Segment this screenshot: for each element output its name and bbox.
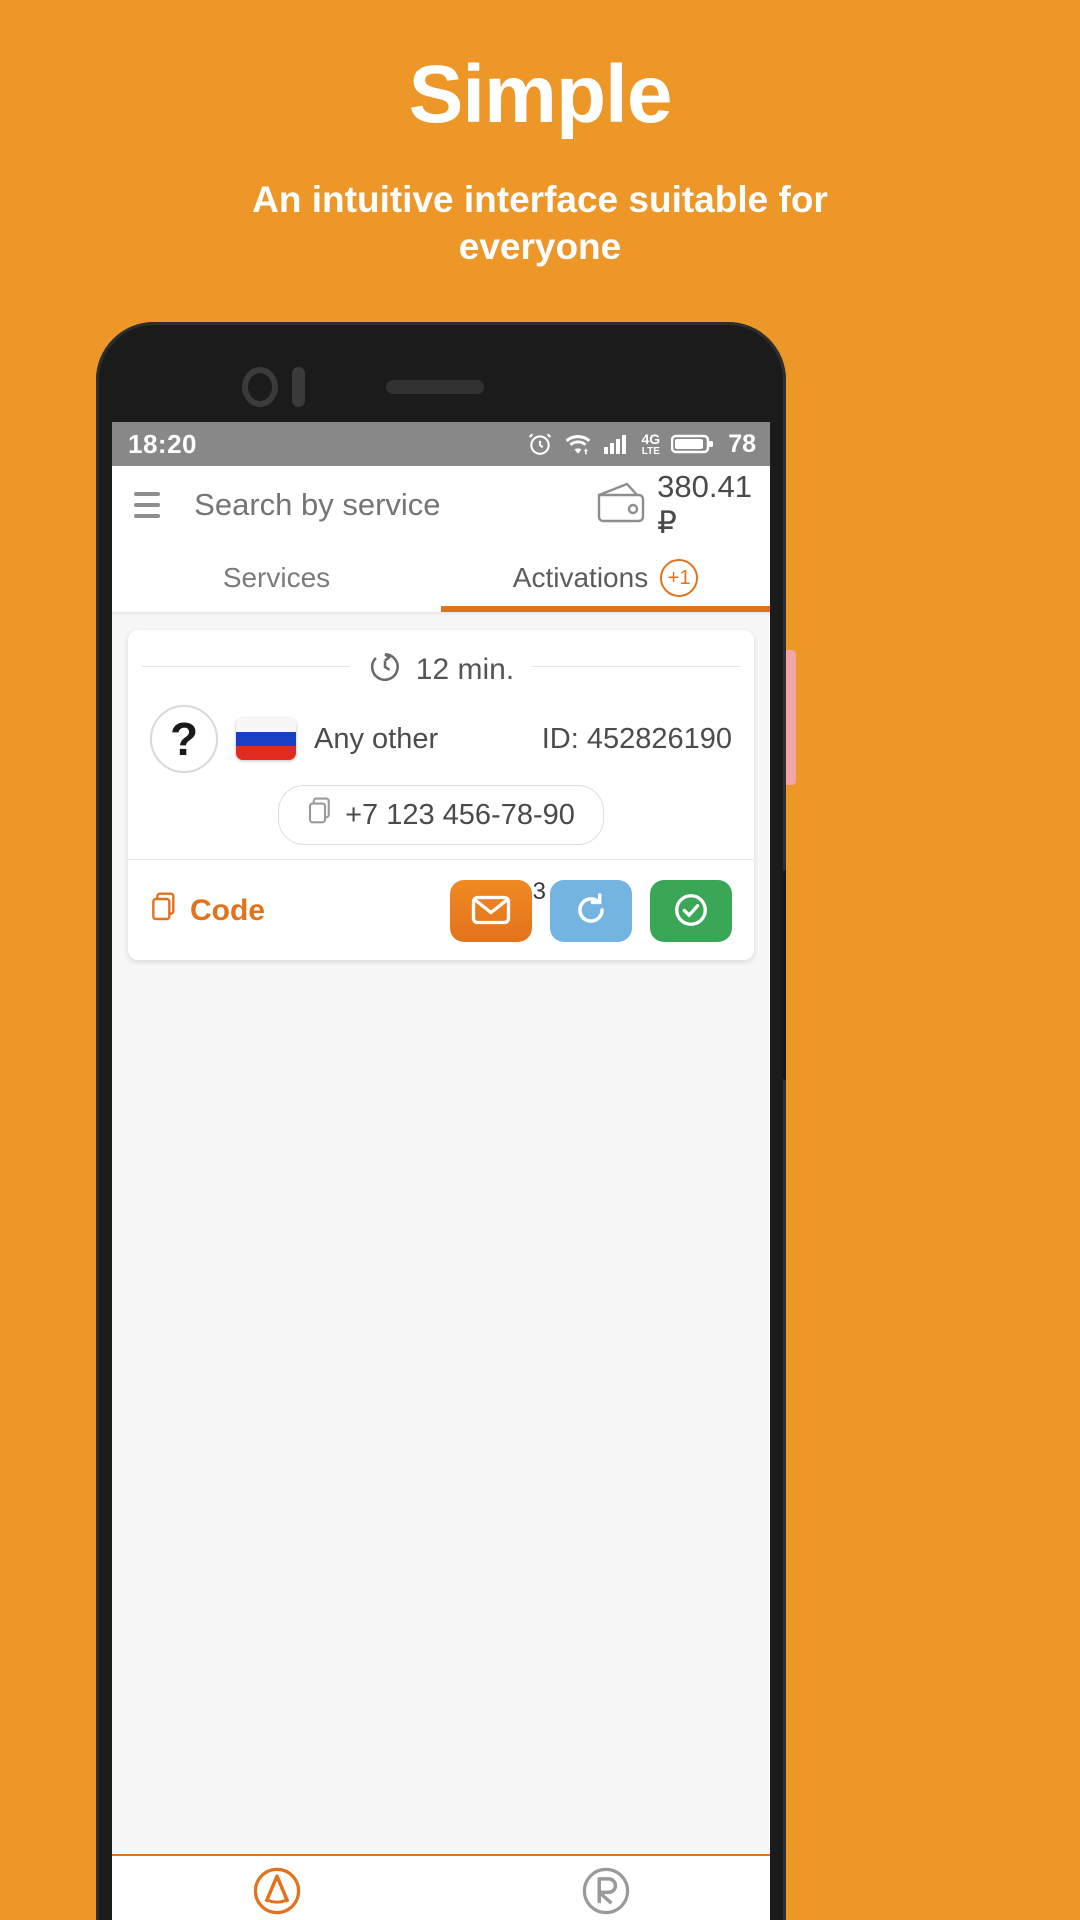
envelope-icon <box>471 895 511 928</box>
copy-icon <box>307 796 333 834</box>
status-bar: 18:20 4G LTE 78 <box>112 422 770 466</box>
russia-flag-icon <box>236 718 296 760</box>
alarm-icon <box>527 431 553 457</box>
wallet-balance[interactable]: 380.41 ₽ <box>593 469 752 541</box>
tab-bar-shadow <box>112 612 770 616</box>
activations-icon <box>250 1864 304 1920</box>
renting-icon <box>579 1864 633 1920</box>
bottom-nav-activations[interactable]: Activations <box>112 1856 441 1920</box>
card-code-row: Code 3 <box>128 860 754 960</box>
activation-info-row: ? Any other ID: 452826190 <box>128 701 754 781</box>
tab-services[interactable]: Services <box>112 544 441 612</box>
wallet-icon <box>593 481 647 530</box>
front-camera-icon <box>242 367 278 407</box>
refresh-icon <box>572 891 610 932</box>
timer-text: 12 min. <box>415 652 515 686</box>
refresh-button[interactable] <box>550 880 632 942</box>
sensor-icon <box>292 367 305 407</box>
search-input[interactable] <box>194 487 594 523</box>
service-name: Any other <box>314 722 439 755</box>
4g-lte-icon: 4G LTE <box>641 430 661 457</box>
card-timer-row: 12 min. <box>128 630 754 701</box>
app-header: 380.41 ₽ <box>112 466 770 544</box>
status-bar-time: 18:20 <box>128 428 197 459</box>
tab-active-indicator <box>441 606 770 612</box>
tab-activations-label: Activations <box>512 562 649 593</box>
tab-bar: Services Activations +1 <box>112 544 770 612</box>
bottom-nav-renting[interactable]: Renting <box>441 1856 770 1920</box>
copy-icon <box>150 891 178 931</box>
code-copy-button[interactable]: Code <box>150 891 265 931</box>
hamburger-icon[interactable] <box>134 492 161 518</box>
card-actions: 3 <box>450 878 732 942</box>
tab-activations-badge: +1 <box>660 559 699 597</box>
phone-number-text: +7 123 456-78-90 <box>345 798 575 831</box>
signal-icon <box>603 432 631 456</box>
sms-button[interactable]: 3 <box>450 878 546 942</box>
confirm-button[interactable] <box>650 880 732 942</box>
phone-screen: 18:20 4G LTE 78 Search by service 380.41… <box>112 422 770 1920</box>
battery-icon <box>671 432 715 456</box>
bottom-nav: Activations Renting <box>112 1854 770 1920</box>
tab-activations[interactable]: Activations +1 <box>441 544 770 612</box>
phone-bezel <box>96 322 786 422</box>
phone-power-button <box>782 870 786 1080</box>
phone-number-chip[interactable]: +7 123 456-78-90 <box>278 785 604 845</box>
wifi-icon <box>564 431 592 457</box>
promo-header: Simple An intuitive interface suitable f… <box>0 0 1080 271</box>
earpiece-speaker <box>386 380 484 394</box>
check-circle-icon <box>672 891 710 932</box>
promo-subtitle: An intuitive interface suitable for ever… <box>252 179 828 268</box>
question-mark-icon: ? <box>150 705 218 773</box>
activation-card[interactable]: 12 min. ? Any other ID: 452826190 +7 123… <box>128 630 754 960</box>
sms-badge: 3 <box>532 878 546 905</box>
page-title: Simple <box>408 49 673 140</box>
activation-id: ID: 452826190 <box>541 722 732 755</box>
tab-services-label: Services <box>222 562 331 593</box>
battery-percent: 78 <box>728 429 756 458</box>
code-label-text: Code <box>190 894 265 927</box>
phone-mockup: 18:20 4G LTE 78 Search by service 380.41… <box>96 322 786 1920</box>
balance-amount: 380.41 ₽ <box>657 469 752 540</box>
timer-icon <box>368 650 402 689</box>
